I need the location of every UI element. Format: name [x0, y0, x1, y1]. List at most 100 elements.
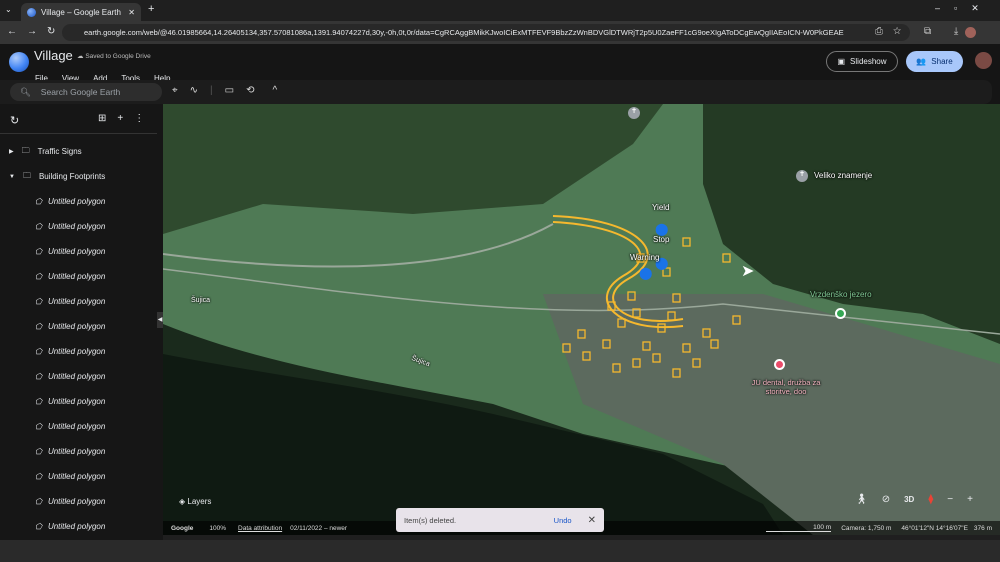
polygon-icon: ⬠ [35, 497, 42, 506]
park-pin-icon[interactable] [835, 308, 846, 319]
browser-actions[interactable]: ⎙☆ ⧉ ⤓ [875, 26, 968, 37]
3d-toggle[interactable]: 3D [904, 495, 914, 504]
search-icon: 🔍︎ [20, 86, 31, 97]
polygon-icon: ⬠ [35, 422, 42, 431]
zoom-in-button[interactable]: + [967, 494, 973, 505]
polygon-label: Untitled polygon [47, 222, 106, 231]
sidebar-item-polygon[interactable]: ⬠ Untitled polygon [0, 214, 163, 239]
ruler-icon[interactable]: ▭ [225, 85, 234, 96]
placemark-label-warning[interactable]: Warning [630, 253, 660, 262]
new-folder-icon[interactable]: ⊞ [98, 113, 106, 124]
sidebar-item-polygon[interactable]: ⬠ Untitled polygon [0, 439, 163, 464]
river-label: Šujica [191, 297, 211, 304]
polygon-label: Untitled polygon [47, 447, 106, 456]
tilt-icon[interactable]: ⊘ [882, 494, 890, 505]
pegman-icon[interactable]: 🚶︎ [855, 494, 868, 505]
sidebar-item-polygon[interactable]: ⬠ Untitled polygon [0, 489, 163, 514]
zoom-out-button[interactable]: − [947, 494, 953, 505]
browser-tab-bar: ⌄ Village – Google Earth ✕ + –▫✕ [0, 0, 1000, 21]
polygon-label: Untitled polygon [47, 497, 106, 506]
profile-avatar[interactable] [965, 27, 976, 38]
sidebar-item-polygon[interactable]: ⬠ Untitled polygon [0, 189, 163, 214]
landmark-pin-icon[interactable]: ✝ [796, 170, 808, 182]
placemark-label-stop[interactable]: Stop [653, 235, 669, 244]
refresh-icon[interactable]: ↻ [10, 114, 19, 127]
data-attribution-link[interactable]: Data attribution [238, 525, 282, 532]
polygon-icon: ⬠ [35, 472, 42, 481]
account-avatar[interactable] [975, 52, 992, 69]
url-text: earth.google.com/web/@46.01985664,14.264… [84, 28, 844, 37]
polygon-icon: ⬠ [35, 272, 42, 281]
more-icon[interactable]: ⋮ [134, 113, 144, 124]
tab-list-button[interactable]: ⌄ [5, 5, 12, 14]
polygon-icon: ⬠ [35, 397, 42, 406]
polygon-label: Untitled polygon [47, 272, 106, 281]
placemark-icon[interactable]: ⌖ [172, 85, 178, 96]
share-label: Share [931, 57, 953, 66]
folder-icon: 🗀 [21, 145, 30, 155]
polygon-icon: ⬠ [35, 297, 42, 306]
landmark-pin-icon[interactable]: ✝ [628, 107, 640, 119]
folder-label: Traffic Signs [37, 147, 82, 156]
sidebar-item-polygon[interactable]: ⬠ Untitled polygon [0, 239, 163, 264]
project-title[interactable]: Village [34, 48, 73, 63]
nav-buttons[interactable]: ←→↻ [7, 26, 65, 37]
undo-button[interactable]: Undo [554, 516, 572, 525]
business-pin-icon[interactable] [774, 359, 785, 370]
google-earth-logo[interactable] [9, 52, 29, 72]
layers-label: Layers [187, 497, 212, 506]
sidebar-item-polygon[interactable]: ⬠ Untitled polygon [0, 339, 163, 364]
zoom-level: 100% [209, 524, 227, 532]
window-controls[interactable]: –▫✕ [935, 3, 993, 14]
placemark-pin-icon[interactable]: ⬤ [639, 266, 652, 280]
expand-icon[interactable]: ▶ [9, 148, 14, 155]
add-icon[interactable]: + [117, 113, 123, 124]
divider [0, 133, 157, 134]
slideshow-button[interactable]: ▣ Slideshow [826, 51, 898, 72]
cursor-coordinates: 46°01'12"N 14°16'07"E [901, 524, 968, 532]
sidebar-item-polygon[interactable]: ⬠ Untitled polygon [0, 264, 163, 289]
people-icon: 👥 [916, 57, 927, 66]
sidebar-item-polygon[interactable]: ⬠ Untitled polygon [0, 314, 163, 339]
collapse-icon[interactable]: ^ [272, 85, 277, 96]
polygon-icon: ⬠ [35, 522, 42, 531]
place-label[interactable]: JU dental, družba za storitve, doo [746, 378, 826, 396]
placemark-label-yield[interactable]: Yield [652, 203, 670, 212]
google-brand: Google [171, 524, 194, 532]
sidebar-item-polygon[interactable]: ⬠ Untitled polygon [0, 514, 163, 539]
folder-icon: 🗀 [22, 170, 31, 180]
folder-traffic-signs[interactable]: ▶ 🗀 Traffic Signs [0, 139, 163, 164]
polygon-label: Untitled polygon [47, 372, 106, 381]
close-tab-icon[interactable]: ✕ [128, 8, 135, 17]
sidebar-item-polygon[interactable]: ⬠ Untitled polygon [0, 464, 163, 489]
elevation: 376 m [973, 524, 992, 532]
polygon-icon: ⬠ [35, 447, 42, 456]
imagery-date[interactable]: 02/11/2022 – newer [290, 525, 347, 532]
place-label[interactable]: Veliko znamenje [814, 171, 872, 180]
share-button[interactable]: 👥 Share [906, 51, 963, 72]
new-tab-button[interactable]: + [148, 3, 154, 15]
sidebar-item-polygon[interactable]: ⬠ Untitled polygon [0, 414, 163, 439]
layers-button[interactable]: ◈ Layers [179, 497, 211, 506]
close-icon[interactable]: ✕ [588, 515, 596, 526]
url-bar[interactable]: earth.google.com/web/@46.01985664,14.264… [62, 24, 910, 41]
collapse-folder-icon[interactable]: ▼ [9, 174, 15, 180]
polygon-label: Untitled polygon [47, 347, 106, 356]
polygon-label: Untitled polygon [47, 422, 106, 431]
polygon-icon: ⬠ [35, 372, 42, 381]
sidebar-item-polygon[interactable]: ⬠ Untitled polygon [0, 364, 163, 389]
sidebar: ↻ ⊞ + ⋮ ▶ 🗀 Traffic Signs ▼ 🗀 Building Footpri… [0, 104, 163, 540]
window-footer [0, 540, 1000, 562]
place-label[interactable]: Vrzdenško jezero [810, 290, 872, 299]
compass-icon[interactable]: ⧫ [928, 494, 933, 505]
satellite-imagery [163, 104, 1000, 535]
sidebar-item-polygon[interactable]: ⬠ Untitled polygon [0, 289, 163, 314]
search-input[interactable]: 🔍︎ Search Google Earth [10, 83, 162, 101]
sidebar-item-polygon[interactable]: ⬠ Untitled polygon [0, 389, 163, 414]
browser-tab[interactable]: Village – Google Earth ✕ [21, 3, 141, 21]
folder-building-footprints[interactable]: ▼ 🗀 Building Footprints [0, 164, 163, 189]
timelapse-icon[interactable]: ⟲ [246, 85, 254, 96]
map-view[interactable]: ✝ ✝ Veliko znamenje Yield ⬤ Stop ⬤ Warni… [163, 104, 1000, 535]
placemark-pin-icon[interactable]: ⬤ [655, 222, 668, 236]
path-icon[interactable]: ∿ [190, 85, 198, 96]
